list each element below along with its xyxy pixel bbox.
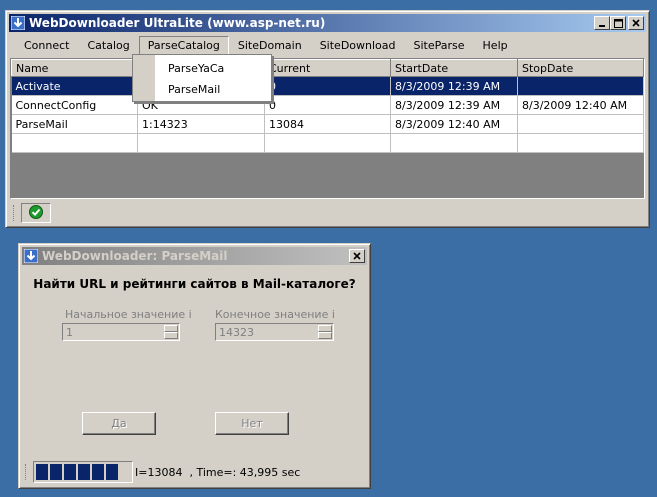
start-value-stepper[interactable] [62,323,180,341]
status-icon-panel [21,203,51,223]
end-value-label: Конечное значение i [215,308,335,321]
table-cell: ConnectConfig [11,95,138,115]
main-window-title: WebDownloader UltraLite (www.asp-net.ru) [29,16,326,30]
menu-connect[interactable]: Connect [15,36,78,55]
table-cell: 8/3/2009 12:40 AM [517,95,644,115]
green-check-icon [29,204,43,222]
table-cell [517,133,644,153]
spin-up-icon[interactable] [318,325,332,332]
menu-item-parsemail[interactable]: ParseMail [168,83,220,96]
yes-button[interactable]: Да [82,412,156,435]
start-value-label: Начальное значение i [65,308,192,321]
table-cell [517,114,644,134]
menu-siteparse[interactable]: SiteParse [405,36,474,55]
main-title-bar[interactable]: WebDownloader UltraLite (www.asp-net.ru) [9,14,646,32]
dialog-status-text: I=13084 , Time=: 43,995 sec [135,465,301,479]
column-header-startdate[interactable]: StartDate [390,59,518,77]
spin-up-icon[interactable] [164,325,178,332]
progress-block [92,464,104,480]
minimize-icon[interactable] [594,16,610,30]
dialog-status-grip [25,464,29,480]
table-cell [137,133,265,153]
progress-block [36,464,48,480]
table-cell: 0 [264,95,391,115]
dialog-close-icon[interactable] [349,249,365,263]
table-header-row: Name Current StartDate StopDate [11,59,644,77]
app-download-icon [11,16,25,30]
dialog-status-bar: I=13084 , Time=: 43,995 sec [22,460,367,484]
dialog-title: WebDownloader: ParseMail [42,249,228,263]
table-cell: 0 [264,76,391,96]
table-cell: 8/3/2009 12:40 AM [390,114,518,134]
table-cell [390,133,518,153]
progress-block [78,464,90,480]
menu-parsecatalog[interactable]: ParseCatalog [138,35,229,55]
menu-icon-strip [133,55,155,101]
spin-down-icon[interactable] [318,332,332,339]
menu-catalog[interactable]: Catalog [78,36,138,55]
dialog-title-bar[interactable]: WebDownloader: ParseMail [22,247,367,265]
table-cell: ParseMail [11,114,138,134]
menu-help[interactable]: Help [474,36,517,55]
column-header-current[interactable]: Current [264,59,391,77]
table-cell: 13084 [264,114,391,134]
jobs-table: Name Current StartDate StopDate Activate… [11,59,644,153]
status-grip [13,205,17,221]
dialog-download-icon [24,249,38,263]
table-row[interactable]: ParseMail 1:14323 13084 8/3/2009 12:40 A… [11,114,644,134]
no-button[interactable]: Нет [215,412,289,435]
menu-item-parseyaca[interactable]: ParseYaCa [168,62,224,75]
end-value-input[interactable] [217,325,317,339]
maximize-icon[interactable] [610,16,626,30]
table-cell: 8/3/2009 12:39 AM [390,95,518,115]
table-cell: 8/3/2009 12:39 AM [390,76,518,96]
end-value-stepper[interactable] [215,323,334,341]
close-icon[interactable] [628,16,644,30]
parsemail-dialog: WebDownloader: ParseMail Найти URL и рей… [18,243,371,489]
progress-block [50,464,62,480]
column-header-name[interactable]: Name [11,59,138,77]
parsecatalog-dropdown: ParseYaCa ParseMail [132,54,272,102]
jobs-grid[interactable]: Name Current StartDate StopDate Activate… [10,58,645,199]
menu-sitedomain[interactable]: SiteDomain [229,36,311,55]
progress-bar [33,461,133,483]
table-cell [517,76,644,96]
spin-down-icon[interactable] [164,332,178,339]
dialog-question: Найти URL и рейтинги сайтов в Mail-катал… [33,277,356,291]
table-cell [11,133,138,153]
table-cell: 1:14323 [137,114,265,134]
table-cell: Activate [11,76,138,96]
menu-bar: Connect Catalog ParseCatalog SiteDomain … [9,35,646,55]
table-row[interactable]: Activate 0 8/3/2009 12:39 AM [11,76,644,96]
progress-block [64,464,76,480]
start-value-input[interactable] [64,325,163,339]
column-header-stopdate[interactable]: StopDate [517,59,644,77]
table-cell [264,133,391,153]
table-row[interactable] [11,133,644,153]
progress-block [106,464,118,480]
menu-sitedownload[interactable]: SiteDownload [311,36,405,55]
table-row[interactable]: ConnectConfig OK 0 8/3/2009 12:39 AM 8/3… [11,95,644,115]
main-status-bar [10,202,645,224]
